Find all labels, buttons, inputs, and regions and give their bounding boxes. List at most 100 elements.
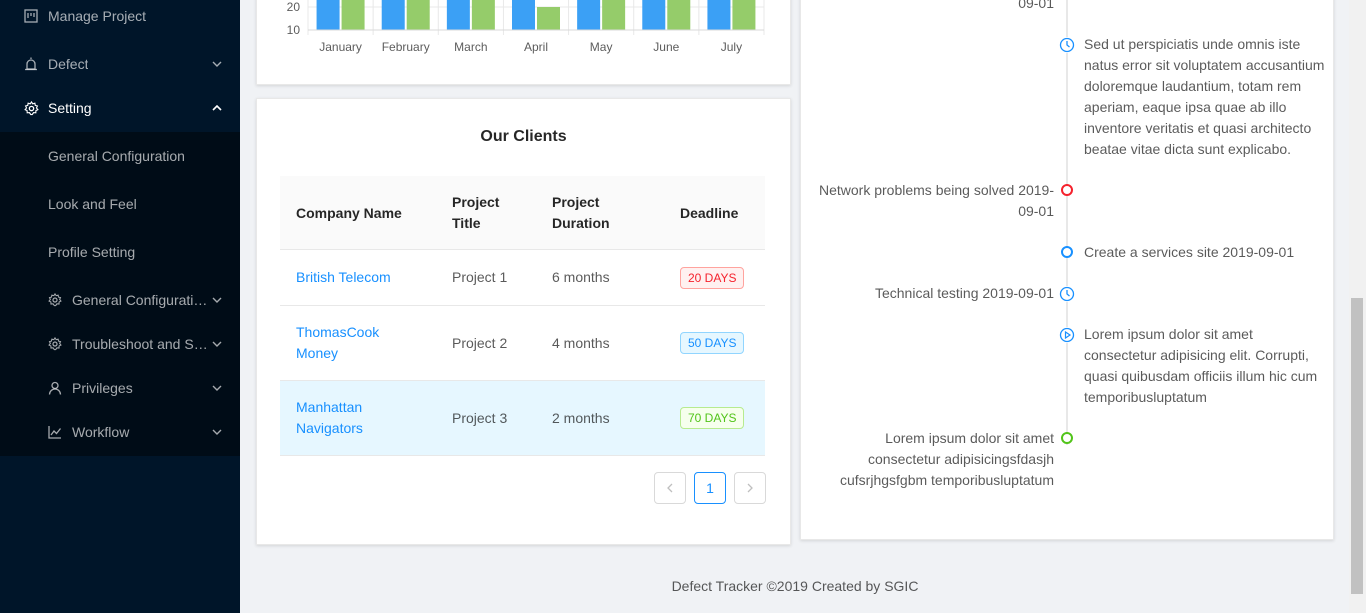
chevron-down-icon: [212, 339, 222, 349]
x-tick-label: January: [319, 40, 362, 54]
chevron-up-icon: [212, 103, 222, 113]
bar: [512, 0, 535, 30]
chevron-right-icon: [747, 480, 753, 496]
submenu-item-label: General Configuration: [48, 148, 185, 164]
timeline-item-text: Lorem ipsum dolor sit amet consectetur a…: [1084, 326, 1318, 405]
timeline-dot-blue: [1061, 246, 1073, 258]
chevron-down-icon: [212, 59, 222, 69]
bar: [341, 0, 365, 30]
x-tick-label: February: [382, 40, 430, 54]
bar: [537, 7, 560, 30]
timeline-item-text: Create a services site 2019-09-01: [1084, 244, 1295, 260]
sidebar: Manage Project Defect Setting General Co…: [0, 0, 240, 613]
bar: [667, 0, 691, 30]
x-tick-label: June: [653, 40, 679, 54]
pagination-next-button[interactable]: [734, 472, 766, 504]
x-tick-label: March: [454, 40, 487, 54]
table-row[interactable]: British Telecom Project 1 6 months 20 DA…: [280, 250, 765, 306]
sidebar-item-manage-project[interactable]: Manage Project: [0, 0, 240, 36]
timeline-item-text: Lorem ipsum dolor sit amet consectetur a…: [840, 430, 1054, 488]
sidebar-item-label: Defect: [48, 56, 89, 72]
gear-icon: [47, 292, 63, 308]
submenu-item-label: Privileges: [72, 380, 133, 396]
bar: [471, 0, 495, 30]
timeline-dot-green: [1061, 432, 1073, 444]
submenu-item-label: General Configuration: [72, 292, 208, 308]
chevron-left-icon: [667, 480, 673, 496]
project-title-cell: Project 3: [452, 410, 508, 426]
project-duration-cell: 6 months: [552, 269, 610, 285]
column-header-title[interactable]: Project Title: [452, 192, 522, 234]
bar: [642, 0, 666, 30]
chevron-down-icon: [212, 295, 222, 305]
setting-submenu: General Configuration Look and Feel Prof…: [0, 132, 240, 456]
y-tick-label: 10: [287, 23, 301, 37]
company-link[interactable]: British Telecom: [296, 267, 391, 288]
user-icon: [47, 380, 63, 396]
project-icon: [23, 8, 39, 24]
pagination-prev-button[interactable]: [654, 472, 686, 504]
bar: [406, 0, 430, 30]
column-header-deadline[interactable]: Deadline: [680, 203, 738, 224]
submenu-item-privileges[interactable]: Privileges: [0, 368, 240, 408]
table-row[interactable]: ThomasCook Money Project 2 4 months 50 D…: [280, 306, 765, 381]
x-tick-label: July: [721, 40, 742, 54]
bug-icon: [23, 56, 39, 72]
sidebar-item-label: Manage Project: [48, 8, 147, 24]
timeline-item-text: Technical testing 2019-09-01: [874, 285, 1054, 301]
deadline-tag: 70 DAYS: [680, 407, 745, 429]
sidebar-item-defect[interactable]: Defect: [0, 44, 240, 84]
submenu-item-general-configuration[interactable]: General Configuration: [0, 136, 240, 176]
x-tick-label: April: [524, 40, 548, 54]
bar: [446, 0, 470, 30]
submenu-item-profile-setting[interactable]: Profile Setting: [0, 232, 240, 272]
pagination-page-1[interactable]: 1: [694, 472, 726, 504]
chevron-down-icon: [212, 383, 222, 393]
timeline-line: [1066, 0, 1068, 445]
project-title-cell: Project 1: [452, 269, 508, 285]
bar: [602, 0, 626, 30]
clock-icon: [1059, 286, 1075, 302]
column-header-duration[interactable]: Project Duration: [552, 192, 632, 234]
bar: [381, 0, 405, 30]
sidebar-item-setting[interactable]: Setting: [0, 88, 240, 128]
column-header-company[interactable]: Company Name: [296, 203, 402, 224]
project-duration-cell: 2 months: [552, 410, 610, 426]
bar: [316, 0, 340, 30]
company-link[interactable]: Manhattan Navigators: [296, 397, 396, 439]
table-row[interactable]: Manhattan Navigators Project 3 2 months …: [280, 381, 765, 456]
deadline-tag: 50 DAYS: [680, 332, 745, 354]
submenu-item-label: Workflow: [72, 424, 130, 440]
chevron-down-icon: [212, 427, 222, 437]
bar: [732, 0, 756, 30]
project-title-cell: Project 2: [452, 335, 508, 351]
submenu-item-workflow[interactable]: Workflow: [0, 412, 240, 452]
play-circle-icon: [1059, 327, 1075, 343]
table-header: Company Name Project Title Project Durat…: [280, 176, 765, 250]
clients-title: Our Clients: [480, 128, 567, 145]
submenu-item-label: Profile Setting: [48, 244, 136, 260]
company-link[interactable]: ThomasCook Money: [296, 322, 406, 364]
page-scrollbar[interactable]: [1349, 0, 1366, 613]
submenu-item-look-and-feel[interactable]: Look and Feel: [0, 184, 240, 224]
gear-icon: [47, 336, 63, 352]
submenu-item-general-configuration-group[interactable]: General Configuration: [0, 280, 240, 320]
deadline-tag: 20 DAYS: [680, 267, 745, 289]
bar-chart: 20 10 January February March April May June July: [287, 0, 765, 54]
sidebar-item-label: Setting: [48, 100, 92, 116]
submenu-item-label: Look and Feel: [48, 196, 137, 212]
scrollbar-thumb[interactable]: [1351, 298, 1363, 594]
clock-icon: [1059, 37, 1075, 53]
timeline-dot-red: [1061, 184, 1073, 196]
y-tick-label: 20: [287, 0, 301, 14]
bar: [577, 0, 601, 30]
submenu-item-troubleshoot[interactable]: Troubleshoot and Support: [0, 324, 240, 364]
footer-text: Defect Tracker ©2019 Created by SGIC: [671, 578, 919, 594]
gear-icon: [23, 100, 39, 116]
x-tick-label: May: [590, 40, 613, 54]
timeline-item-text: Sed ut perspiciatis unde omnis iste natu…: [1084, 36, 1325, 157]
project-duration-cell: 4 months: [552, 335, 610, 351]
submenu-item-label: Troubleshoot and Support: [72, 336, 208, 352]
timeline-item-text: Network problems being solved 2019-09-01: [818, 182, 1054, 219]
timeline-item-text: 09-01: [1018, 0, 1054, 11]
